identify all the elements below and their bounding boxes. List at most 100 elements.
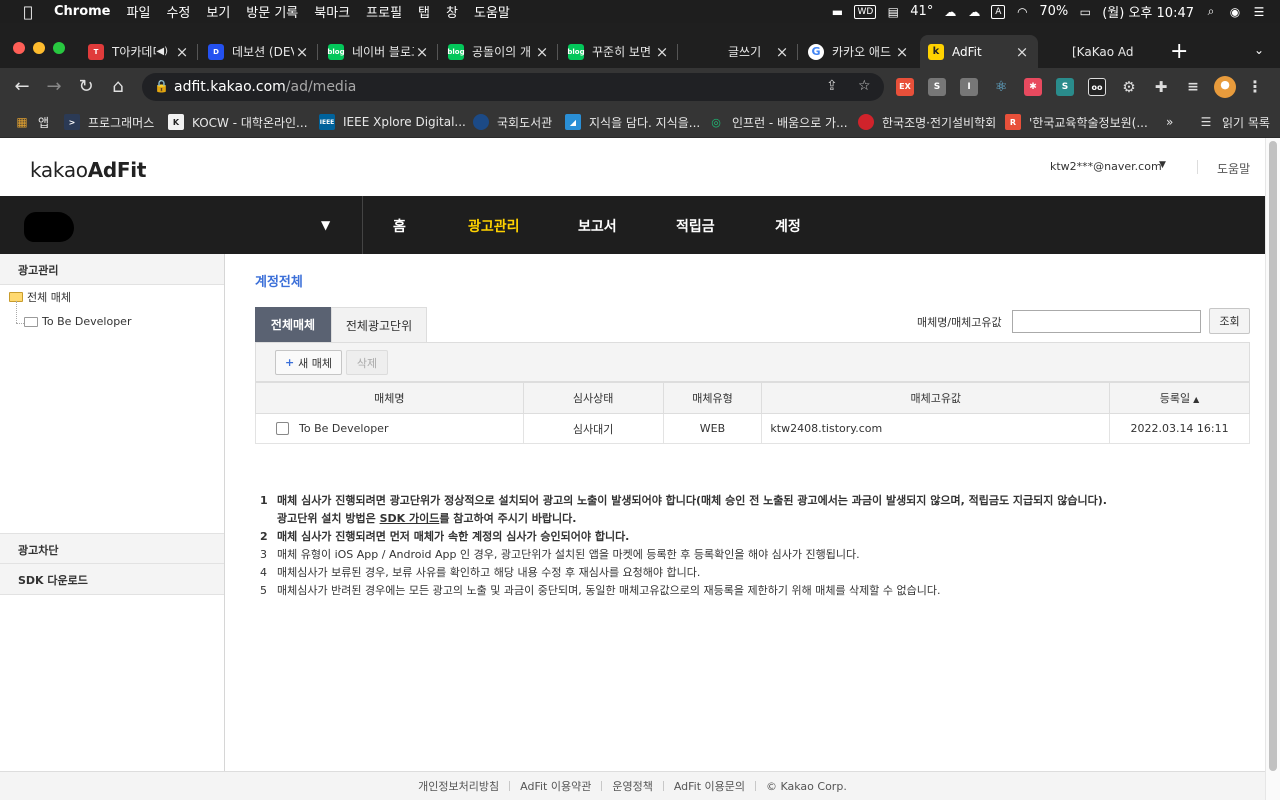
home-icon[interactable]: ⌂ bbox=[106, 75, 130, 99]
sidebar-section-ad-management[interactable]: 광고관리 bbox=[0, 254, 224, 285]
spotlight-search-icon[interactable]: ⌕ bbox=[1204, 4, 1218, 19]
tree-item-to-be-developer[interactable]: To Be Developer bbox=[24, 315, 131, 328]
search-button[interactable]: 조회 bbox=[1209, 308, 1250, 334]
extension-red-icon[interactable]: ✱ bbox=[1024, 78, 1042, 96]
tab-search-chevron-icon[interactable]: ⌄ bbox=[1254, 43, 1264, 57]
battery-percent[interactable]: 70% bbox=[1039, 4, 1068, 19]
scrollbar-thumb[interactable] bbox=[1269, 141, 1277, 771]
extensions-puzzle-icon[interactable]: ✚ bbox=[1152, 78, 1170, 96]
browser-tab[interactable]: [KaKao Ad bbox=[1040, 35, 1158, 68]
footer-policy-link[interactable]: 운영정책 bbox=[602, 778, 662, 794]
reload-icon[interactable]: ↻ bbox=[74, 75, 98, 99]
apple-icon[interactable]:  bbox=[20, 3, 36, 21]
bookmark-apps[interactable]: ▦ 앱 bbox=[14, 113, 49, 131]
siri-icon[interactable]: ◉ bbox=[1228, 5, 1242, 19]
menubar-item-history[interactable]: 방문 기록 bbox=[246, 2, 298, 21]
tab-close-icon[interactable]: × bbox=[654, 43, 670, 61]
window-minimize-icon[interactable] bbox=[33, 42, 45, 54]
address-bar[interactable]: 🔒 adfit.kakao.com/ad/media ⇪ ☆ bbox=[142, 73, 884, 101]
screenshot-icon[interactable]: ▬ bbox=[830, 5, 844, 19]
menubar-item-profile[interactable]: 프로필 bbox=[366, 2, 402, 21]
bookmark-inflearn[interactable]: ◎ 인프런 - 배움으로 가... bbox=[708, 113, 847, 131]
menubar-item-window[interactable]: 창 bbox=[446, 2, 458, 21]
gnb-reserve[interactable]: 적립금 bbox=[676, 216, 715, 236]
column-header-media-key[interactable]: 매체고유값 bbox=[761, 382, 1111, 414]
tab-close-icon[interactable]: × bbox=[294, 43, 310, 61]
media-controls-icon[interactable]: ≡ bbox=[1184, 78, 1202, 96]
sidebar-section-ad-block[interactable]: 광고차단 bbox=[0, 533, 224, 564]
new-media-button[interactable]: + 새 매체 bbox=[275, 350, 342, 375]
menubar-item-view[interactable]: 보기 bbox=[206, 2, 230, 21]
lock-icon[interactable]: 🔒 bbox=[154, 79, 169, 93]
browser-tab[interactable]: G 카카오 애드 × bbox=[800, 35, 918, 68]
extension-teal-s-icon[interactable]: S bbox=[1056, 78, 1074, 96]
page-scrollbar[interactable] bbox=[1265, 138, 1280, 800]
bookmark-programmers[interactable]: > 프로그래머스 bbox=[64, 113, 154, 131]
footer-terms-link[interactable]: AdFit 이용약관 bbox=[510, 778, 601, 794]
drive-icon[interactable]: ▤ bbox=[886, 5, 900, 19]
extension-s-icon[interactable]: S bbox=[928, 78, 946, 96]
bookmark-kocw[interactable]: K KOCW - 대학온라인... bbox=[168, 113, 308, 131]
window-zoom-icon[interactable] bbox=[53, 42, 65, 54]
footer-privacy-link[interactable]: 개인정보처리방침 bbox=[408, 778, 509, 794]
account-select-caret-icon[interactable]: ▼ bbox=[321, 218, 330, 232]
control-center-icon[interactable]: ☰ bbox=[1252, 5, 1266, 19]
sdk-guide-link[interactable]: SDK 가이드 bbox=[380, 512, 440, 525]
audio-playing-icon[interactable]: ◀) bbox=[156, 46, 168, 57]
browser-tab[interactable]: blog 공돌이의 개 × bbox=[440, 35, 558, 68]
forward-arrow-icon[interactable]: → bbox=[42, 75, 66, 99]
address-url[interactable]: adfit.kakao.com/ad/media bbox=[174, 79, 356, 95]
weather-temp[interactable]: 41° bbox=[910, 4, 933, 19]
gnb-ad-management[interactable]: 광고관리 bbox=[468, 216, 520, 236]
footer-contact-link[interactable]: AdFit 이용문의 bbox=[664, 778, 755, 794]
battery-icon[interactable]: ▭ bbox=[1078, 5, 1092, 19]
bookmark-kiiee[interactable]: 한국조명·전기설비학회 bbox=[858, 113, 996, 131]
delete-button[interactable]: 삭제 bbox=[346, 350, 388, 375]
browser-tab[interactable]: T T아카데미 ◀) × bbox=[80, 35, 198, 68]
menubar-item-bookmarks[interactable]: 북마크 bbox=[314, 2, 350, 21]
input-source-icon[interactable]: A bbox=[991, 4, 1006, 19]
back-arrow-icon[interactable]: ← bbox=[10, 75, 34, 99]
share-icon[interactable]: ⇪ bbox=[826, 78, 838, 94]
menubar-item-tab[interactable]: 탭 bbox=[418, 2, 430, 21]
tab-close-icon[interactable]: × bbox=[1014, 43, 1030, 61]
sidebar-section-sdk-download[interactable]: SDK 다운로드 bbox=[0, 564, 224, 595]
wd-icon[interactable]: WD bbox=[854, 4, 877, 19]
browser-tab-active[interactable]: k AdFit × bbox=[920, 35, 1038, 68]
media-search-input[interactable] bbox=[1012, 310, 1201, 333]
bookmark-star-icon[interactable]: ☆ bbox=[858, 78, 871, 94]
profile-avatar-icon[interactable]: ● bbox=[1214, 76, 1236, 98]
tab-close-icon[interactable]: × bbox=[414, 43, 430, 61]
react-devtools-icon[interactable]: ⚛ bbox=[992, 78, 1010, 96]
tab-close-icon[interactable]: × bbox=[174, 43, 190, 61]
extension-goggles-icon[interactable]: oo bbox=[1088, 78, 1106, 96]
column-header-media-name[interactable]: 매체명 bbox=[255, 382, 524, 414]
menubar-item-file[interactable]: 파일 bbox=[127, 2, 151, 21]
extension-ex-icon[interactable]: EX bbox=[896, 78, 914, 96]
new-tab-icon[interactable]: + bbox=[1170, 41, 1188, 63]
kakao-adfit-logo[interactable]: kakaoAdFit bbox=[30, 158, 146, 182]
tab-close-icon[interactable]: × bbox=[534, 43, 550, 61]
menubar-item-edit[interactable]: 수정 bbox=[166, 2, 190, 21]
row-checkbox[interactable] bbox=[276, 422, 289, 436]
reading-list[interactable]: ☰ 읽기 목록 bbox=[1198, 113, 1270, 131]
gnb-home[interactable]: 홈 bbox=[393, 216, 406, 236]
browser-tab[interactable]: D 데보션 (DEV × bbox=[200, 35, 318, 68]
bookmarks-overflow-icon[interactable]: » bbox=[1166, 113, 1173, 131]
browser-tab[interactable]: 글쓰기 × bbox=[680, 35, 798, 68]
window-close-icon[interactable] bbox=[13, 42, 25, 54]
column-header-registered-date[interactable]: 등록일 ▲ bbox=[1109, 382, 1250, 414]
extension-i-icon[interactable]: I bbox=[960, 78, 978, 96]
sort-ascending-icon[interactable]: ▲ bbox=[1193, 395, 1199, 404]
menubar-clock[interactable]: (월) 오후 10:47 bbox=[1102, 2, 1194, 21]
menubar-item-help[interactable]: 도움말 bbox=[474, 2, 510, 21]
column-header-review-status[interactable]: 심사상태 bbox=[522, 382, 664, 414]
menubar-app-name[interactable]: Chrome bbox=[54, 4, 111, 19]
browser-tab[interactable]: blog 네이버 블로그 × bbox=[320, 35, 438, 68]
bookmark-riss[interactable]: R '한국교육학술정보원(... bbox=[1005, 113, 1148, 131]
tab-close-icon[interactable]: × bbox=[774, 43, 790, 61]
gnb-reports[interactable]: 보고서 bbox=[578, 216, 617, 236]
gnb-account[interactable]: 계정 bbox=[775, 216, 801, 236]
tree-item-all-media[interactable]: 전체 매체 bbox=[9, 289, 71, 305]
browser-tab[interactable]: blog 꾸준히 보면 × bbox=[560, 35, 678, 68]
